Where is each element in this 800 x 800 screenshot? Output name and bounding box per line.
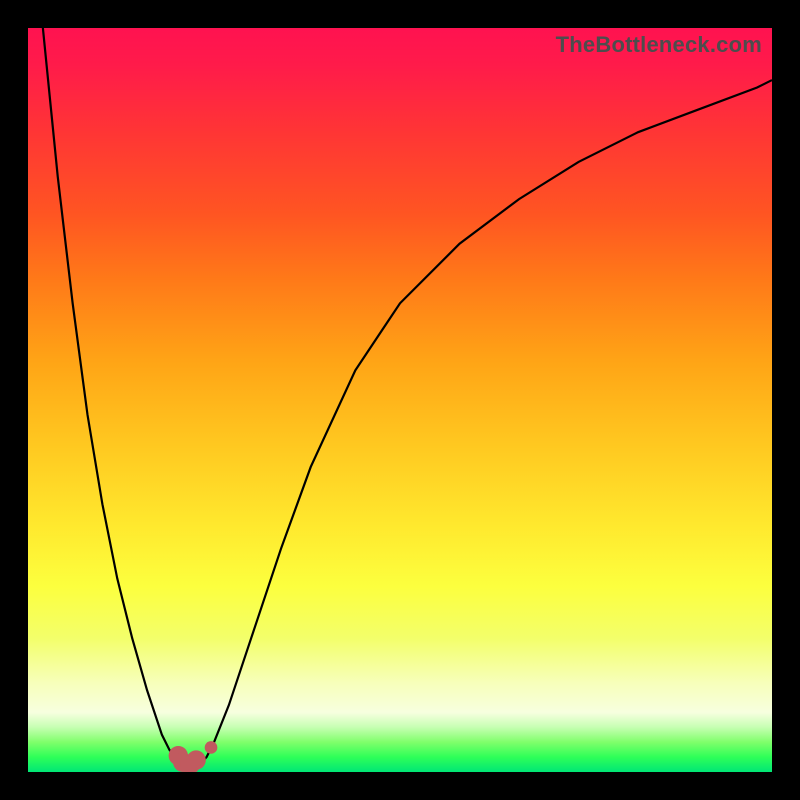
marker-group [169,741,218,772]
curve-left-branch [28,28,184,765]
curve-right-branch [199,80,772,764]
chart-frame: TheBottleneck.com [0,0,800,800]
marker-u-shape-right [186,750,205,769]
marker-dot-right [205,741,218,754]
chart-svg [28,28,772,772]
plot-area: TheBottleneck.com [28,28,772,772]
